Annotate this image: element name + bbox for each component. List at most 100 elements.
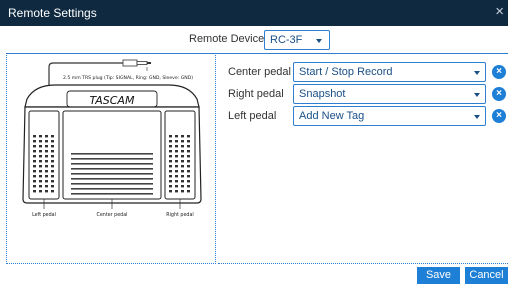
grip-dot (187, 190, 190, 193)
right-pedal-value: Snapshot (299, 88, 346, 100)
grip-dot (45, 145, 48, 148)
grip-dot (51, 185, 54, 188)
plug-shaft-icon (136, 61, 148, 65)
grip-dot (39, 160, 42, 163)
left-pedal-caption: Left pedal (32, 212, 56, 218)
remote-device-select[interactable]: RC-3F (264, 30, 330, 50)
grip-dot (175, 190, 178, 193)
remote-device-label: Remote Device: (189, 33, 268, 45)
grip-dot (175, 145, 178, 148)
grip-dot (33, 135, 36, 138)
grip-dot (39, 185, 42, 188)
grip-dot (169, 150, 172, 153)
pedal-illustration-panel: 2.5 mm TRS plug (Tip: SIGNAL, Ring: GND,… (6, 53, 216, 264)
plug-tip-icon (147, 62, 151, 64)
grip-dot (175, 185, 178, 188)
grip-dot (175, 170, 178, 173)
clear-right-pedal-icon[interactable]: × (492, 87, 506, 101)
title-bar: Remote Settings × (0, 0, 508, 26)
grip-dot (45, 155, 48, 158)
grip-dot (33, 150, 36, 153)
grip-dot (181, 160, 184, 163)
grip-dot (181, 170, 184, 173)
grip-dot (33, 140, 36, 143)
grip-dot (181, 180, 184, 183)
center-pedal-label: Center pedal (228, 66, 291, 78)
grip-dot (187, 155, 190, 158)
grip-dot (169, 145, 172, 148)
grip-dot (181, 155, 184, 158)
grip-dot (175, 140, 178, 143)
grip-dot (175, 165, 178, 168)
grip-dot (187, 175, 190, 178)
center-pedal-caption: Center pedal (97, 212, 128, 218)
grip-dot (169, 180, 172, 183)
cancel-button[interactable]: Cancel (465, 267, 508, 284)
window-title: Remote Settings (8, 6, 97, 20)
grip-dot (181, 145, 184, 148)
remote-device-value: RC-3F (270, 34, 303, 46)
grip-dot (39, 140, 42, 143)
grip-dot (51, 190, 54, 193)
grip-dot (33, 145, 36, 148)
save-button[interactable]: Save (417, 267, 460, 284)
grip-dot (39, 150, 42, 153)
center-rib (71, 183, 153, 185)
center-rib (71, 163, 153, 165)
close-icon[interactable]: × (495, 3, 504, 21)
center-pedal-ribs (71, 153, 153, 195)
center-pedal-value: Start / Stop Record (299, 66, 393, 78)
grip-dot (181, 150, 184, 153)
grip-dot (33, 180, 36, 183)
grip-dot (169, 175, 172, 178)
center-rib (71, 158, 153, 160)
grip-dot (51, 150, 54, 153)
grip-dot (51, 180, 54, 183)
grip-dot (175, 150, 178, 153)
grip-dot (51, 165, 54, 168)
grip-dot (51, 135, 54, 138)
grip-dot (39, 135, 42, 138)
grip-dot (169, 170, 172, 173)
grip-dot (45, 135, 48, 138)
grip-dot (45, 170, 48, 173)
brand-logo: TASCAM (90, 94, 135, 107)
assignment-row-left: Left pedal Add New Tag × (218, 106, 508, 128)
clear-left-pedal-icon[interactable]: × (492, 109, 506, 123)
grip-dot (39, 165, 42, 168)
grip-dot (33, 175, 36, 178)
grip-dot (175, 135, 178, 138)
grip-dot (51, 175, 54, 178)
grip-dot (39, 170, 42, 173)
grip-dot (45, 140, 48, 143)
grip-dot (39, 190, 42, 193)
right-pedal-select[interactable]: Snapshot (293, 84, 486, 104)
grip-dot (169, 165, 172, 168)
grip-dot (187, 185, 190, 188)
pedal-assignment-panel: Center pedal Start / Stop Record × Right… (218, 53, 508, 264)
left-pedal-select[interactable]: Add New Tag (293, 106, 486, 126)
chevron-down-icon (316, 39, 322, 43)
grip-dot (175, 160, 178, 163)
center-pedal-select[interactable]: Start / Stop Record (293, 62, 486, 82)
cable-line (48, 62, 123, 76)
grip-dot (169, 140, 172, 143)
remote-device-row: Remote Device: RC-3F (0, 26, 508, 52)
grip-dot (33, 155, 36, 158)
grip-dot (181, 140, 184, 143)
grip-dot (45, 150, 48, 153)
grip-dot (33, 190, 36, 193)
chevron-down-icon (474, 115, 480, 119)
center-pedal-pad (62, 110, 162, 200)
center-rib (71, 173, 153, 175)
chevron-down-icon (474, 71, 480, 75)
left-pedal-value: Add New Tag (299, 110, 365, 122)
center-rib (71, 153, 153, 155)
clear-center-pedal-icon[interactable]: × (492, 65, 506, 79)
grip-dot (51, 140, 54, 143)
grip-dot (45, 160, 48, 163)
grip-dot (33, 165, 36, 168)
grip-dot (51, 160, 54, 163)
grip-dot (45, 175, 48, 178)
grip-dot (175, 175, 178, 178)
